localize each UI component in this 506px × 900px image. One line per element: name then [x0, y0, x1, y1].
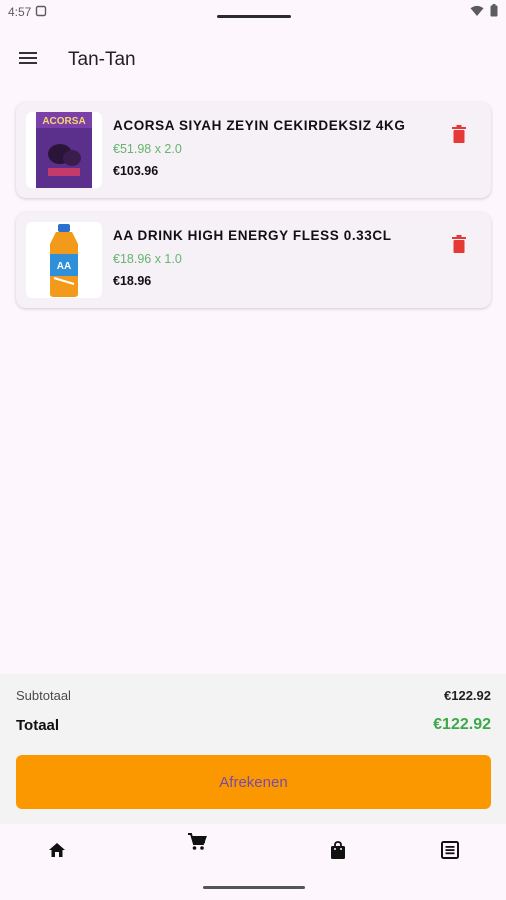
unit-price-quantity: €18.96 x 1.0 — [113, 252, 182, 266]
item-total-price: €103.96 — [113, 164, 159, 178]
receipt-icon — [441, 840, 459, 864]
cart-list: ACORSA ACORSA SIYAH ZEYIN CEKIRDEKSIZ 4K… — [16, 102, 491, 308]
subtotal-row: Subtotaal €122.92 — [16, 688, 491, 703]
nav-cart[interactable] — [177, 824, 217, 864]
product-logo-text: ACORSA — [42, 116, 85, 127]
menu-button[interactable] — [4, 36, 52, 84]
trash-icon — [452, 124, 466, 148]
status-time: 4:57 — [8, 5, 32, 19]
checkout-button[interactable]: Afrekenen — [16, 755, 491, 809]
gesture-home-bar[interactable] — [203, 886, 305, 889]
cart-icon — [187, 832, 207, 856]
camera-notch — [217, 15, 291, 18]
wifi-icon — [470, 5, 484, 20]
unit-price-quantity: €51.98 x 2.0 — [113, 142, 182, 156]
product-image: ACORSA — [26, 112, 102, 188]
product-name: ACORSA SIYAH ZEYIN CEKIRDEKSIZ 4KG — [113, 118, 406, 133]
bottom-navigation — [0, 824, 506, 880]
total-value: €122.92 — [433, 716, 491, 733]
product-image: AA — [26, 222, 102, 298]
nav-invoices[interactable] — [430, 832, 470, 872]
delete-item-button[interactable] — [447, 124, 471, 148]
hamburger-menu-icon — [18, 51, 38, 70]
app-bar: Tan-Tan — [0, 36, 506, 84]
product-logo-text: AA — [57, 261, 71, 272]
total-label: Totaal — [16, 716, 60, 734]
nav-orders[interactable] — [318, 832, 358, 872]
subtotal-label: Subtotaal — [16, 688, 71, 703]
product-name: AA DRINK HIGH ENERGY FLESS 0.33CL — [113, 228, 392, 243]
status-bar: 4:57 — [0, 0, 506, 24]
home-icon — [48, 842, 66, 863]
item-total-price: €18.96 — [113, 274, 152, 288]
shopping-bag-icon — [330, 840, 346, 864]
delete-item-button[interactable] — [447, 234, 471, 258]
screenshot-icon — [35, 5, 47, 20]
battery-icon — [490, 4, 498, 20]
app-title: Tan-Tan — [68, 49, 136, 70]
total-row: Totaal €122.92 — [16, 716, 491, 734]
cart-item[interactable]: ACORSA ACORSA SIYAH ZEYIN CEKIRDEKSIZ 4K… — [16, 102, 491, 198]
subtotal-value: €122.92 — [444, 688, 491, 703]
nav-home[interactable] — [37, 832, 77, 872]
trash-icon — [452, 234, 466, 258]
order-summary: Subtotaal €122.92 Totaal €122.92 Afreken… — [0, 674, 506, 824]
cart-item[interactable]: AA AA DRINK HIGH ENERGY FLESS 0.33CL €18… — [16, 212, 491, 308]
